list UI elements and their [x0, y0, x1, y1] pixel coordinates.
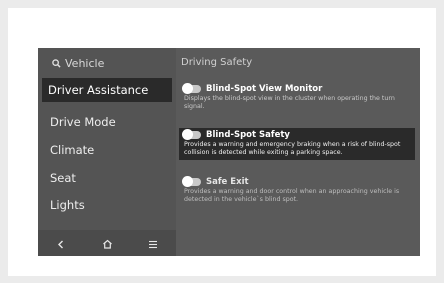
sidebar-item-drive-mode[interactable]: Drive Mode [44, 110, 170, 134]
sidebar-item-driver-assistance[interactable]: Driver Assistance [42, 78, 172, 102]
sidebar-item-seat[interactable]: Seat [44, 166, 170, 190]
menu-button[interactable] [141, 233, 165, 253]
setting-description: Provides a warning and emergency braking… [184, 141, 401, 156]
search-icon [52, 58, 61, 68]
section-title: Driving Safety [181, 57, 253, 68]
setting-description: Provides a warning and door control when… [184, 188, 400, 203]
menu-icon [148, 234, 158, 253]
sidebar-item-climate[interactable]: Climate [44, 138, 170, 162]
search-label: Vehicle [65, 56, 105, 70]
sidebar-item-label: Drive Mode [50, 115, 116, 129]
sidebar: Vehicle Driver Assistance Drive Mode Cli… [38, 48, 176, 256]
setting-description: Displays the blind-spot view in the clus… [184, 95, 395, 110]
sidebar-item-label: Seat [50, 171, 76, 185]
figure-frame: Vehicle Driver Assistance Drive Mode Cli… [8, 8, 436, 276]
settings-panel: Driving Safety Blind-Spot View Monitor D… [176, 48, 420, 256]
sidebar-item-label: Driver Assistance [48, 83, 149, 97]
setting-blind-spot-view-monitor[interactable]: Blind-Spot View Monitor Displays the bli… [179, 82, 415, 114]
toggle-switch[interactable] [182, 176, 201, 187]
toggle-switch[interactable] [182, 129, 201, 140]
bottom-bar [38, 230, 176, 256]
home-icon [102, 234, 113, 253]
setting-safe-exit[interactable]: Safe Exit Provides a warning and door co… [179, 175, 415, 207]
setting-blind-spot-safety[interactable]: Blind-Spot Safety Provides a warning and… [179, 128, 415, 160]
toggle-switch[interactable] [182, 83, 201, 94]
sidebar-item-label: Climate [50, 143, 95, 157]
setting-name: Blind-Spot Safety [206, 130, 290, 140]
sidebar-item-label: Lights [50, 198, 85, 212]
search-button[interactable]: Vehicle [52, 55, 104, 71]
back-button[interactable] [49, 233, 73, 253]
setting-name: Safe Exit [206, 177, 249, 187]
home-button[interactable] [95, 233, 119, 253]
setting-name: Blind-Spot View Monitor [206, 84, 323, 94]
back-icon [57, 234, 65, 253]
infotainment-screen: Vehicle Driver Assistance Drive Mode Cli… [38, 48, 420, 256]
sidebar-item-lights[interactable]: Lights [44, 193, 170, 217]
